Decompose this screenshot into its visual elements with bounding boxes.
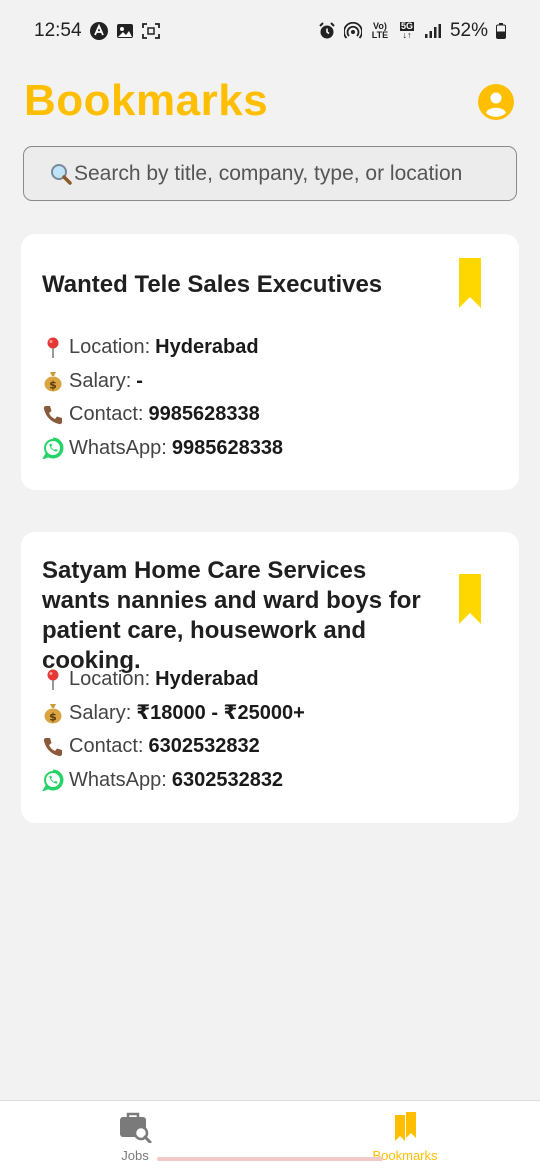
bookmark-card[interactable]: Wanted Tele Sales Executives Location: H… (21, 234, 519, 490)
status-time: 12:54 (34, 20, 82, 41)
home-indicator (157, 1157, 383, 1161)
contact-label: Contact: (69, 403, 144, 425)
network-5g-indicator: 5G ↓↑ (399, 21, 414, 40)
whatsapp-label: WhatsApp: (69, 768, 167, 791)
location-row: Location: Hyderabad (41, 663, 305, 697)
signal-icon (424, 22, 442, 40)
contact-row[interactable]: Contact: 6302532832 (41, 730, 305, 764)
whatsapp-icon (41, 768, 65, 792)
contact-row[interactable]: Contact: 9985628338 (41, 398, 283, 432)
bookmark-button[interactable] (457, 258, 483, 310)
hotspot-icon (343, 22, 362, 40)
salary-value: ₹18000 - ₹25000+ (136, 701, 305, 724)
svg-text:$: $ (49, 379, 57, 392)
contact-label: Contact: (69, 735, 144, 757)
search-icon (50, 163, 72, 185)
pin-icon (41, 668, 65, 692)
job-details: Location: Hyderabad $ Salary: - Contact:… (41, 331, 283, 465)
whatsapp-value[interactable]: 6302532832 (172, 764, 283, 798)
location-value: Hyderabad (155, 668, 259, 690)
bookmarks-icon (395, 1112, 416, 1141)
search-bar[interactable] (23, 146, 517, 201)
money-bag-icon: $ (41, 369, 65, 393)
battery-percent: 52% (449, 20, 488, 41)
whatsapp-row[interactable]: WhatsApp: 9985628338 (41, 432, 283, 466)
location-value: Hyderabad (155, 336, 259, 358)
search-input[interactable] (74, 161, 504, 186)
pin-icon (41, 336, 65, 360)
page-title: Bookmarks (24, 76, 269, 125)
location-label: Location: (69, 336, 151, 358)
briefcase-search-icon (120, 1112, 152, 1143)
whatsapp-value[interactable]: 9985628338 (172, 432, 283, 466)
whatsapp-label: WhatsApp: (69, 436, 167, 459)
bookmark-filled-icon (459, 574, 481, 624)
battery-icon (496, 22, 506, 40)
screenshot-notification-icon (141, 22, 160, 40)
contact-value[interactable]: 9985628338 (148, 398, 259, 432)
job-details: Location: Hyderabad $ Salary: ₹18000 - ₹… (41, 663, 305, 797)
app-notification-icon (89, 22, 108, 40)
bookmark-card[interactable]: Satyam Home Care Services wants nannies … (21, 532, 519, 823)
salary-row: $ Salary: ₹18000 - ₹25000+ (41, 697, 305, 731)
user-circle-icon (478, 84, 514, 120)
location-row: Location: Hyderabad (41, 331, 283, 365)
whatsapp-row[interactable]: WhatsApp: 6302532832 (41, 764, 305, 798)
contact-value[interactable]: 6302532832 (148, 730, 259, 764)
volte-indicator: Vo) LTE (371, 21, 389, 40)
job-title: Satyam Home Care Services wants nannies … (42, 557, 421, 674)
phone-icon (41, 735, 65, 759)
salary-row: $ Salary: - (41, 365, 283, 399)
salary-label: Salary: (69, 701, 132, 724)
tab-bookmarks-label: Bookmarks (372, 1148, 438, 1163)
status-left: 12:54 (34, 20, 160, 42)
bookmark-filled-icon (459, 258, 481, 308)
location-label: Location: (69, 668, 151, 690)
tab-jobs-label: Jobs (121, 1148, 149, 1163)
money-bag-icon: $ (41, 701, 65, 725)
bookmark-button[interactable] (457, 574, 483, 626)
profile-button[interactable] (478, 84, 514, 120)
job-title: Wanted Tele Sales Executives (42, 271, 383, 298)
salary-label: Salary: (69, 369, 132, 392)
alarm-icon (318, 22, 336, 40)
phone-icon (41, 403, 65, 427)
whatsapp-icon (41, 436, 65, 460)
status-right: Vo) LTE 5G ↓↑ 52% (318, 20, 506, 42)
svg-text:$: $ (49, 711, 57, 724)
gallery-notification-icon (116, 22, 134, 40)
status-bar: 12:54 Vo) LTE 5G ↓↑ 52% (0, 0, 540, 62)
salary-value: - (136, 369, 143, 392)
